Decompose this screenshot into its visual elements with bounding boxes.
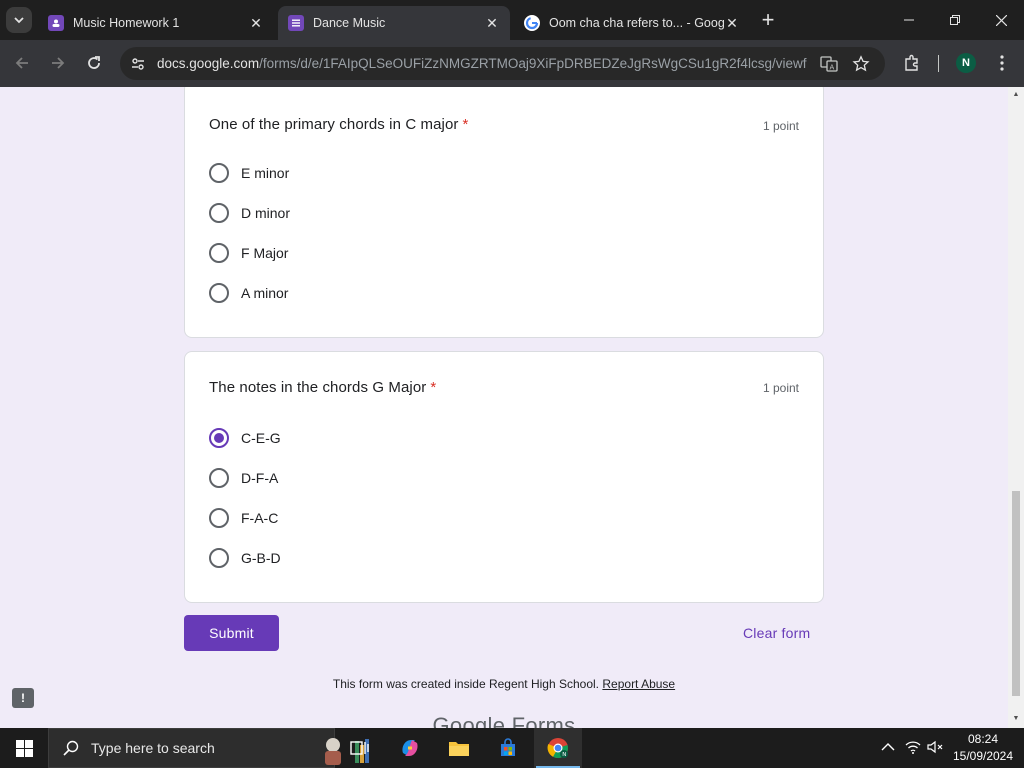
submit-button[interactable]: Submit	[184, 615, 279, 651]
svg-text:N: N	[562, 752, 566, 758]
url-path: /forms/d/e/1FAIpQLSeOUFiZzNMGZRTMOaj9XiF…	[259, 56, 807, 71]
chevron-down-icon	[14, 17, 24, 24]
option-label: F-A-C	[241, 510, 279, 526]
google-forms-icon	[288, 15, 304, 31]
tab-oom-cha-cha[interactable]: Oom cha cha refers to... - Goog ✕	[514, 6, 750, 40]
windows-taskbar: Type here to search N 08:24 15/09/2024	[0, 728, 1024, 768]
google-icon	[524, 15, 540, 31]
url-text[interactable]: docs.google.com/forms/d/e/1FAIpQLSeOUFiZ…	[157, 56, 807, 71]
clock-date: 15/09/2024	[952, 749, 1014, 763]
windows-logo-icon	[15, 739, 33, 757]
profile-avatar[interactable]: N	[956, 53, 976, 73]
restore-button[interactable]	[932, 0, 978, 40]
radio-option[interactable]: F Major	[209, 241, 288, 265]
radio-button-checked[interactable]	[209, 428, 229, 448]
extensions-icon[interactable]	[901, 52, 923, 74]
forward-icon[interactable]	[47, 52, 69, 74]
system-clock[interactable]: 08:24 15/09/2024	[948, 731, 1018, 765]
question-card: The notes in the chords G Major * 1 point…	[184, 351, 824, 603]
bookmark-star-icon[interactable]	[850, 53, 872, 75]
url-host: docs.google.com	[157, 56, 260, 71]
radio-option[interactable]: E minor	[209, 161, 289, 185]
tab-dance-music[interactable]: Dance Music ✕	[278, 6, 510, 40]
close-tab-icon[interactable]: ✕	[248, 15, 264, 31]
browser-toolbar: docs.google.com/forms/d/e/1FAIpQLSeOUFiZ…	[0, 40, 1024, 87]
question-title: The notes in the chords G Major *	[209, 379, 436, 396]
option-label: G-B-D	[241, 550, 281, 566]
radio-option[interactable]: G-B-D	[209, 546, 281, 570]
radio-option[interactable]: A minor	[209, 281, 288, 305]
footer-text: This form was created inside Regent High…	[332, 677, 600, 691]
scroll-up-icon[interactable]: ▲	[1012, 91, 1020, 99]
search-icon	[63, 740, 79, 756]
close-tab-icon[interactable]: ✕	[724, 15, 740, 31]
toolbar-divider	[938, 55, 939, 72]
scrollbar-thumb[interactable]	[1012, 491, 1020, 696]
task-view-icon[interactable]	[336, 728, 384, 768]
back-icon[interactable]	[11, 52, 33, 74]
radio-button[interactable]	[209, 468, 229, 488]
required-asterisk: *	[430, 379, 437, 396]
tab-music-homework[interactable]: Music Homework 1 ✕	[38, 6, 274, 40]
file-explorer-icon[interactable]	[435, 728, 483, 768]
microsoft-store-icon[interactable]	[484, 728, 532, 768]
scroll-down-icon[interactable]: ▼	[1012, 715, 1020, 723]
option-label: F Major	[241, 245, 289, 261]
clear-form-link[interactable]: Clear form	[743, 625, 810, 641]
google-forms-icon	[48, 15, 64, 31]
translate-icon[interactable]: A	[818, 53, 840, 75]
question-title: One of the primary chords in C major *	[209, 116, 468, 133]
question-text: The notes in the chords G Major	[209, 379, 427, 396]
tab-title: Dance Music	[313, 16, 386, 30]
tab-title: Music Homework 1	[73, 16, 180, 30]
close-tab-icon[interactable]: ✕	[484, 15, 500, 31]
page-scrollbar[interactable]: ▲ ▼	[1008, 87, 1024, 728]
radio-button[interactable]	[209, 243, 229, 263]
question-points: 1 point	[762, 119, 799, 133]
option-label: D minor	[241, 205, 291, 221]
question-text: One of the primary chords in C major	[209, 116, 459, 133]
google-forms-logo: Google Forms	[432, 713, 576, 728]
network-icon[interactable]	[904, 738, 922, 756]
question-points: 1 point	[762, 381, 799, 395]
start-button[interactable]	[0, 728, 48, 768]
radio-button[interactable]	[209, 203, 229, 223]
address-bar[interactable]: docs.google.com/forms/d/e/1FAIpQLSeOUFiZ…	[120, 47, 885, 80]
more-menu-icon[interactable]	[991, 52, 1013, 74]
footer-note: This form was created inside Regent High…	[0, 677, 1008, 691]
copilot-icon[interactable]	[386, 728, 434, 768]
option-label: D-F-A	[241, 470, 279, 486]
question-card: One of the primary chords in C major * 1 …	[184, 87, 824, 338]
search-placeholder: Type here to search	[91, 740, 215, 756]
radio-button[interactable]	[209, 283, 229, 303]
volume-muted-icon[interactable]	[927, 738, 945, 756]
minimize-button[interactable]	[886, 0, 932, 40]
radio-option[interactable]: F-A-C	[209, 506, 278, 530]
taskbar-search[interactable]: Type here to search	[48, 728, 369, 768]
tab-search-button[interactable]	[6, 7, 32, 33]
clock-time: 08:24	[967, 732, 999, 746]
required-asterisk: *	[462, 116, 469, 133]
feedback-icon[interactable]: !	[12, 688, 34, 708]
tab-strip: Music Homework 1 ✕ Dance Music ✕ Oom cha…	[0, 0, 1024, 40]
radio-option[interactable]: C-E-G	[209, 426, 281, 450]
radio-option[interactable]: D minor	[209, 201, 290, 225]
radio-button[interactable]	[209, 508, 229, 528]
form-page: One of the primary chords in C major * 1 …	[0, 87, 1008, 728]
radio-button[interactable]	[209, 548, 229, 568]
close-window-button[interactable]	[978, 0, 1024, 40]
radio-button[interactable]	[209, 163, 229, 183]
svg-text:A: A	[830, 64, 835, 72]
chrome-taskbar-icon[interactable]: N	[534, 728, 582, 768]
radio-option[interactable]: D-F-A	[209, 466, 278, 490]
show-hidden-icons-icon[interactable]	[879, 738, 897, 756]
new-tab-icon[interactable]: +	[758, 9, 778, 31]
site-info-icon[interactable]	[127, 53, 149, 75]
reload-icon[interactable]	[83, 52, 105, 74]
report-abuse-link[interactable]: Report Abuse	[602, 677, 675, 691]
option-label: E minor	[241, 165, 290, 181]
tab-title: Oom cha cha refers to... - Goog	[549, 16, 724, 30]
option-label: A minor	[241, 285, 289, 301]
option-label: C-E-G	[241, 430, 281, 446]
